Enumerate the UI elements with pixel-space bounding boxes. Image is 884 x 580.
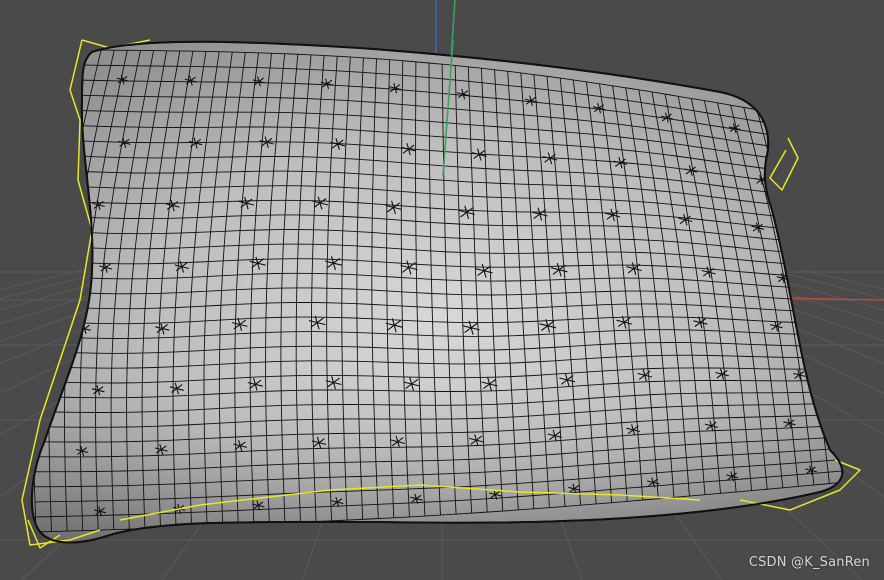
selection-outline-segment [769,137,799,191]
3d-viewport[interactable]: CSDN @K_SanRen [0,0,884,580]
scene-canvas[interactable] [0,0,884,580]
watermark-text: CSDN @K_SanRen [748,555,870,570]
